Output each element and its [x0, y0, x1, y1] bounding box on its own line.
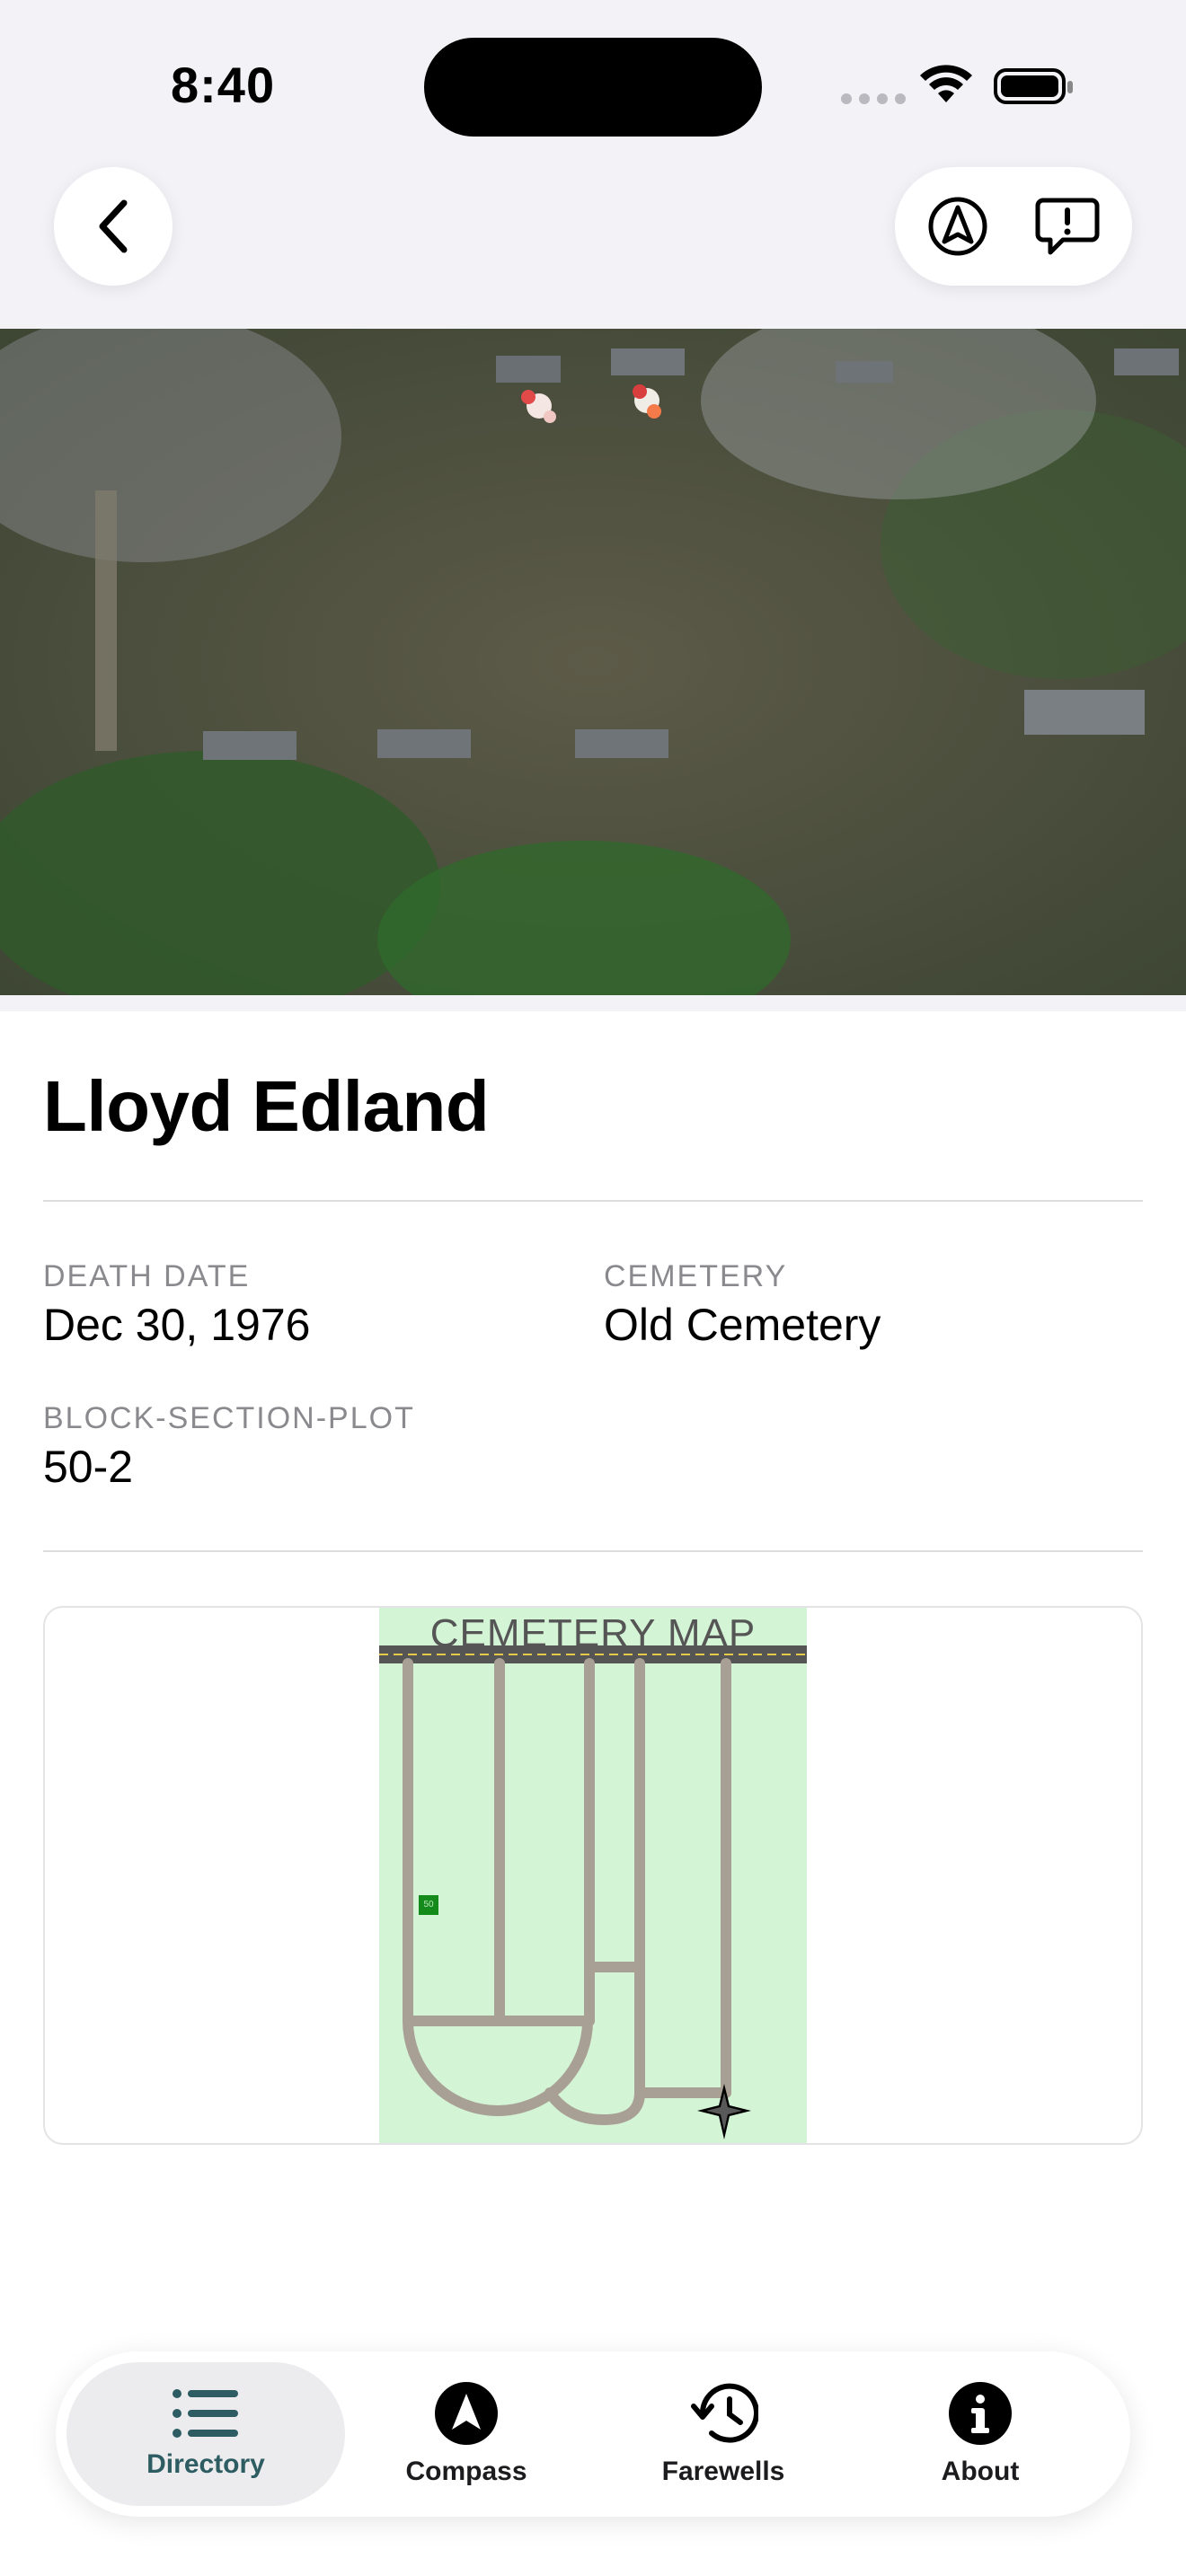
grave-aerial-photo — [0, 329, 1186, 995]
tab-label: Compass — [405, 2457, 527, 2486]
history-clock-icon — [691, 2383, 758, 2443]
record-detail: Lloyd Edland DEATH DATE Dec 30, 1976 CEM… — [0, 1011, 1186, 2576]
tab-about[interactable]: About — [841, 2362, 1120, 2506]
chevron-left-icon — [99, 199, 128, 253]
death-date-label: DEATH DATE — [43, 1259, 251, 1293]
tab-label: Farewells — [661, 2457, 785, 2486]
cemetery-map[interactable]: CEMETERY MAP 50 — [379, 1608, 807, 2143]
tab-compass[interactable]: Compass — [327, 2362, 606, 2506]
map-title: CEMETERY MAP — [429, 1611, 757, 1655]
back-button[interactable] — [54, 167, 173, 286]
cemetery-map-card[interactable]: CEMETERY MAP 50 — [43, 1606, 1143, 2145]
cemetery-label: CEMETERY — [604, 1259, 788, 1293]
plot-label: BLOCK-SECTION-PLOT — [43, 1401, 415, 1435]
cemetery-value: Old Cemetery — [604, 1300, 881, 1350]
dynamic-island — [424, 38, 762, 137]
plot-value: 50-2 — [43, 1442, 134, 1492]
death-date-value: Dec 30, 1976 — [43, 1300, 311, 1350]
battery-icon — [994, 68, 1073, 104]
person-name: Lloyd Edland — [43, 1066, 490, 1146]
divider — [43, 1550, 1143, 1552]
compass-rose-icon — [697, 2084, 751, 2139]
tab-directory[interactable]: Directory — [66, 2362, 345, 2506]
status-time: 8:40 — [171, 57, 276, 113]
compass-arrow-icon — [435, 2382, 498, 2445]
tab-farewells[interactable]: Farewells — [584, 2362, 863, 2506]
list-icon — [173, 2389, 238, 2438]
tab-label: Directory — [146, 2449, 265, 2479]
action-pill — [895, 167, 1132, 286]
wifi-icon — [920, 65, 972, 102]
tab-bar: Directory Compass Farewells About — [56, 2351, 1130, 2517]
location-arrow-icon[interactable] — [926, 195, 989, 258]
divider — [43, 1200, 1143, 1202]
map-paths — [379, 1645, 807, 2126]
info-icon — [949, 2382, 1012, 2445]
cellular-signal-icon — [841, 93, 906, 104]
plot-marker[interactable]: 50 — [419, 1895, 438, 1915]
tab-label: About — [941, 2457, 1020, 2486]
report-issue-icon[interactable] — [1034, 195, 1101, 258]
